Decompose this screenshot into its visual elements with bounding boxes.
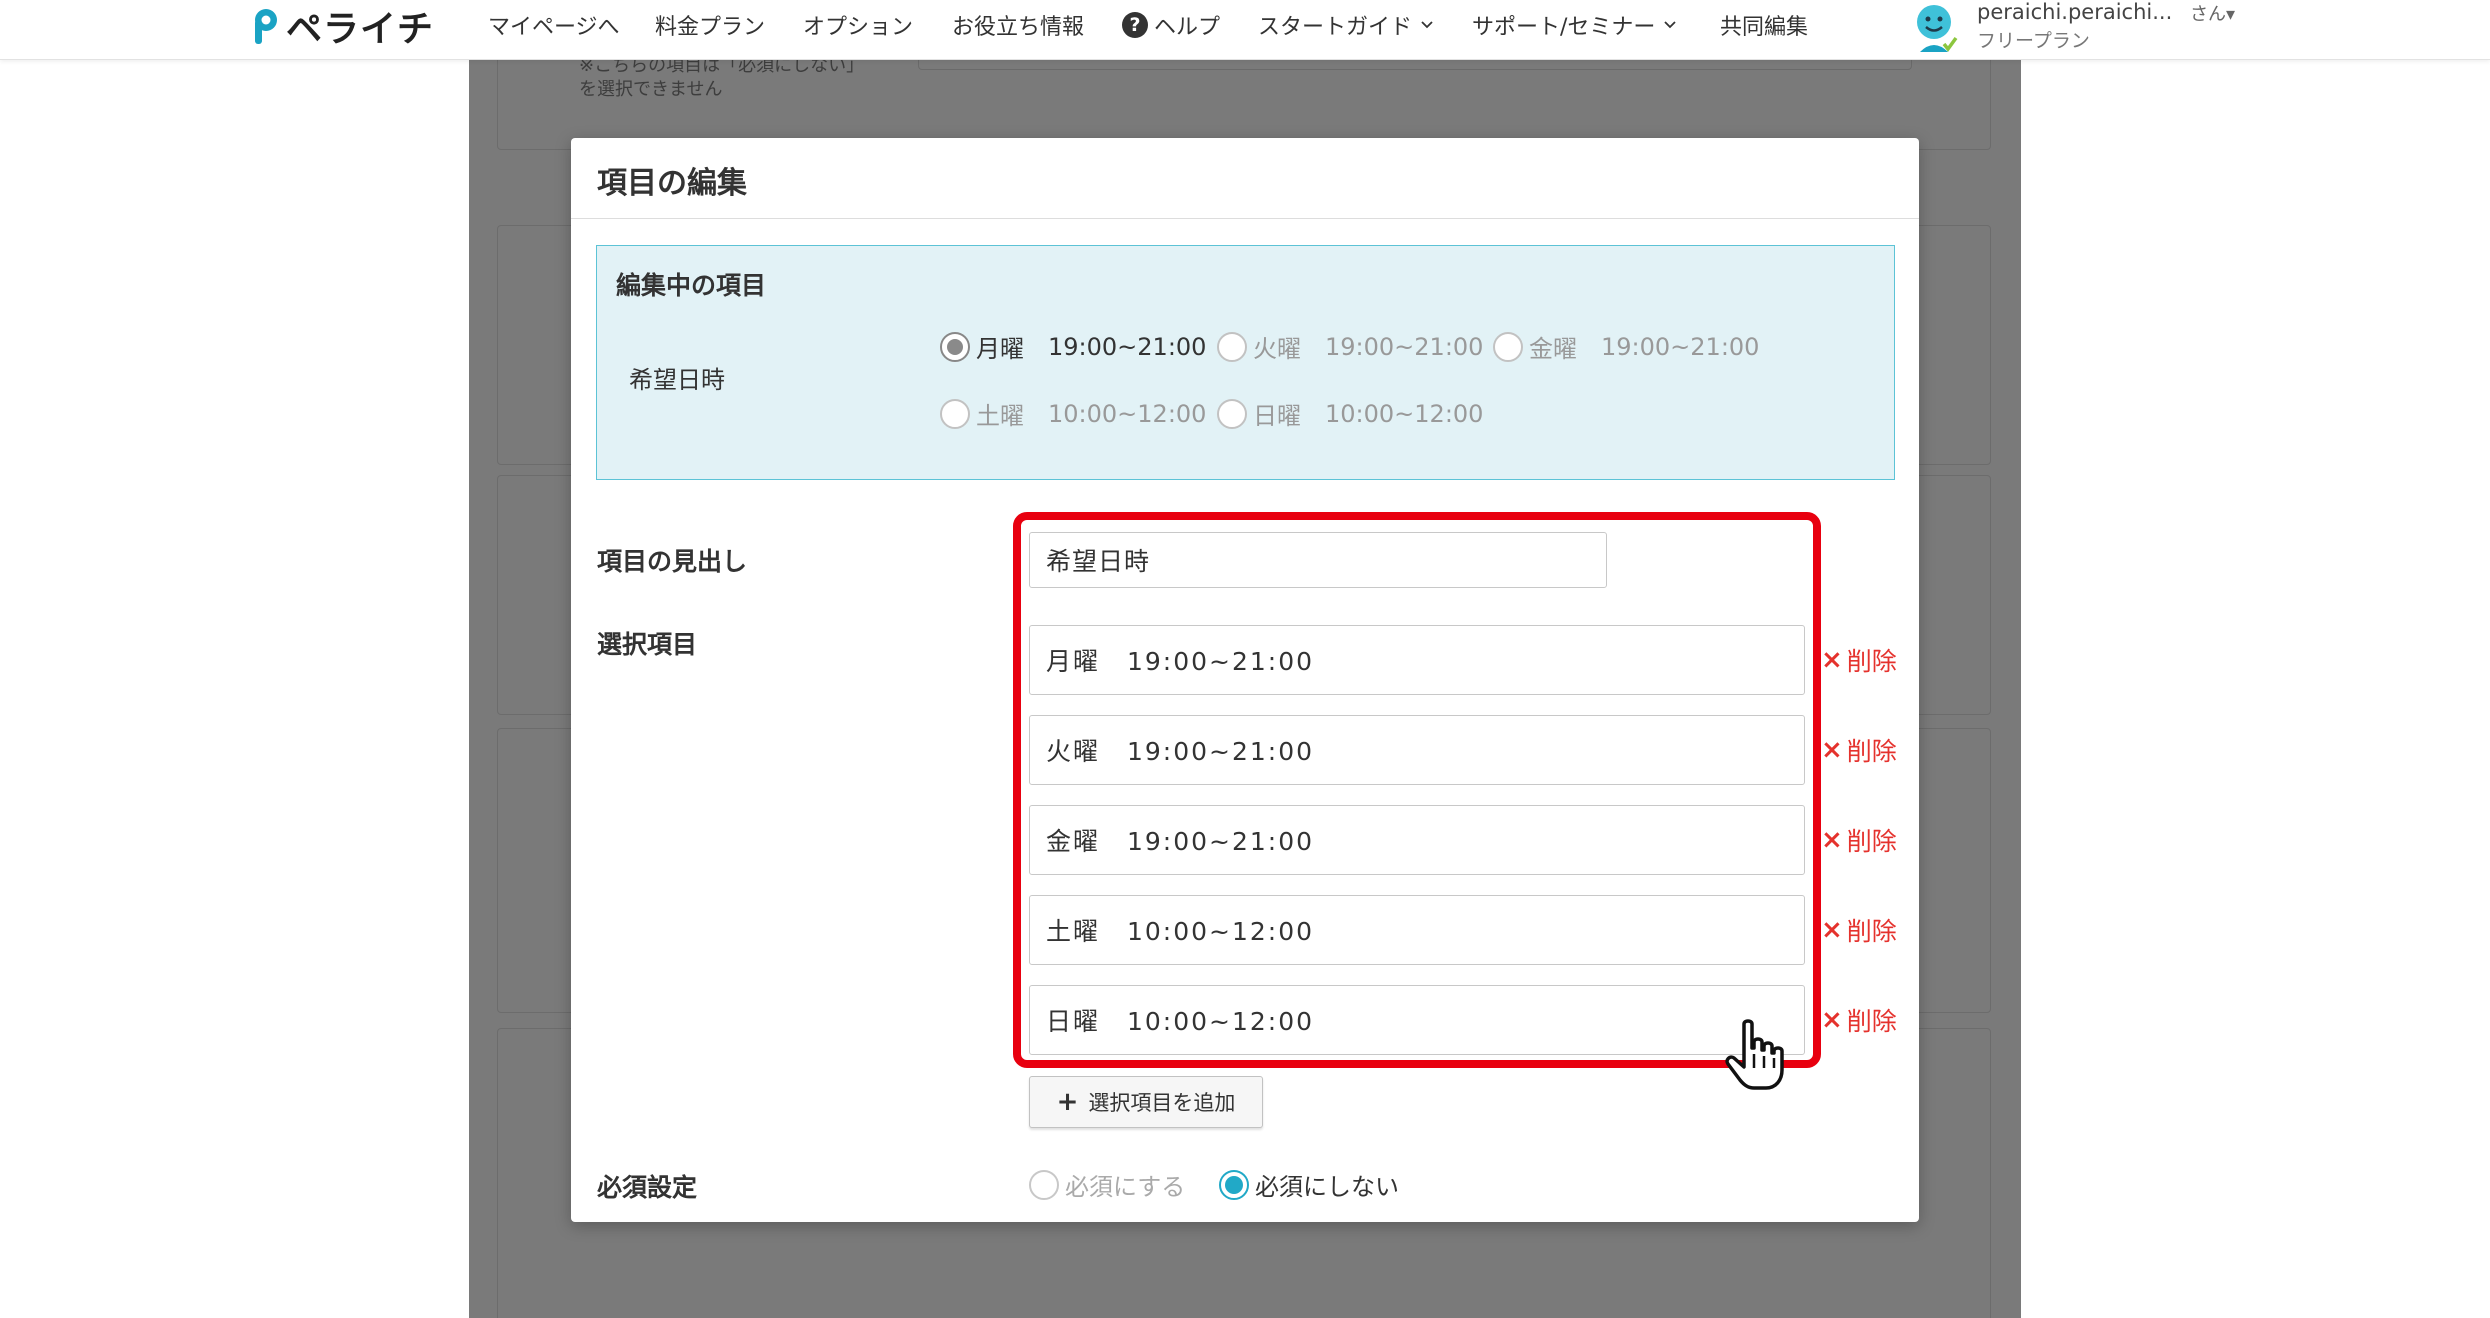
nav-pricing[interactable]: 料金プラン [655,10,765,40]
choice-input-saturday[interactable]: 土曜 10:00~12:00 [1029,895,1805,965]
preview-option-time: 19:00~21:00 [1601,332,1760,361]
logo-icon [255,9,277,44]
background-note: ※こちらの項目は「必須にしない」 を選択できません [579,54,864,102]
user-avatar-icon[interactable] [1914,2,1958,54]
edit-item-modal: 項目の編集 編集中の項目 希望日時 月曜 19:00~21:00 火曜 19:0… [571,138,1919,1222]
plus-icon: + [1056,1087,1079,1117]
preview-option-time: 19:00~21:00 [1048,332,1207,361]
editing-item-preview: 編集中の項目 希望日時 月曜 19:00~21:00 火曜 19:00~21:0… [596,245,1895,480]
help-icon: ? [1122,12,1148,38]
nav-co-editing-label: 共同編集 [1720,15,1809,40]
delete-choice-sunday[interactable]: × 削除 [1821,1002,1897,1038]
preview-option-time: 10:00~12:00 [1325,399,1484,428]
delete-choice-saturday[interactable]: × 削除 [1821,912,1897,948]
nav-options[interactable]: オプション [803,10,913,40]
nav-start-guide[interactable]: スタートガイド [1258,10,1434,40]
preview-option-sunday[interactable]: 日曜 10:00~12:00 [1217,396,1483,431]
nav-pricing-label: 料金プラン [655,15,766,40]
delete-x-icon: × [1821,825,1843,855]
delete-x-icon: × [1821,1005,1843,1035]
heading-field-label: 項目の見出し [597,547,748,576]
delete-x-icon: × [1821,645,1843,675]
preview-option-time: 19:00~21:00 [1325,332,1484,361]
preview-option-time: 10:00~12:00 [1048,399,1207,428]
preview-option-day: 月曜 [976,335,1024,363]
radio-selected-icon [1219,1169,1249,1200]
nav-help-label: ヘルプ [1154,15,1221,40]
delete-label: 削除 [1846,917,1897,946]
delete-label: 削除 [1846,1007,1897,1036]
required-field-label: 必須設定 [597,1173,698,1202]
radio-icon [1217,331,1247,362]
delete-x-icon: × [1821,735,1843,765]
user-name[interactable]: peraichi.peraichi... [1977,0,2172,24]
preview-option-tuesday[interactable]: 火曜 19:00~21:00 [1217,329,1483,364]
background-note-line2: を選択できません [579,79,723,100]
radio-icon [1217,398,1247,429]
radio-icon [1029,1169,1059,1200]
radio-selected-icon [940,331,970,362]
user-menu-toggle[interactable]: さん▾ [2190,0,2235,26]
top-navigation: ペライチ マイページへ 料金プラン オプション お役立ち情報 ? ヘルプ スター… [0,0,2490,60]
choice-input-sunday[interactable]: 日曜 10:00~12:00 [1029,985,1805,1055]
required-yes-label: 必須にする [1065,1173,1186,1201]
nav-support-seminar-label: サポート/セミナー [1472,15,1656,40]
editing-item-title: 編集中の項目 [616,271,767,300]
hand-pointer-icon [1725,1019,1784,1090]
nav-mypage-label: マイページへ [488,15,620,40]
preview-option-monday[interactable]: 月曜 19:00~21:00 [940,329,1206,364]
preview-option-day: 日曜 [1253,402,1301,430]
heading-input[interactable]: 希望日時 [1029,532,1607,588]
caret-down-icon: ▾ [2226,4,2236,25]
required-yes-radio[interactable]: 必須にする [1029,1167,1185,1202]
user-suffix: さん [2190,4,2226,25]
delete-choice-friday[interactable]: × 削除 [1821,822,1897,858]
chevron-down-icon [1421,21,1433,29]
chevron-down-icon [1664,21,1677,29]
user-plan: フリープラン [1977,30,2090,52]
required-no-radio[interactable]: 必須にしない [1219,1167,1399,1202]
choice-input-tuesday[interactable]: 火曜 19:00~21:00 [1029,715,1805,785]
modal-title: 項目の編集 [597,166,747,201]
logo-text: ペライチ [286,9,435,50]
choices-field-label: 選択項目 [597,630,698,659]
delete-x-icon: × [1821,915,1843,945]
editing-item-label: 希望日時 [629,366,725,394]
preview-option-day: 土曜 [976,402,1024,430]
choice-input-monday[interactable]: 月曜 19:00~21:00 [1029,625,1805,695]
nav-support-seminar[interactable]: サポート/セミナー [1472,10,1677,40]
delete-choice-tuesday[interactable]: × 削除 [1821,732,1897,768]
preview-option-friday[interactable]: 金曜 19:00~21:00 [1493,329,1759,364]
delete-label: 削除 [1846,737,1897,766]
add-choice-label: 選択項目を追加 [1088,1091,1236,1115]
radio-icon [1493,331,1523,362]
nav-useful-info-label: お役立ち情報 [952,15,1085,40]
delete-choice-monday[interactable]: × 削除 [1821,642,1897,678]
nav-co-editing[interactable]: 共同編集 [1720,10,1808,40]
delete-label: 削除 [1846,647,1897,676]
nav-mypage[interactable]: マイページへ [488,10,620,40]
preview-option-day: 火曜 [1253,335,1301,363]
peraichi-logo[interactable]: ペライチ [250,2,434,50]
preview-option-day: 金曜 [1529,335,1577,363]
delete-label: 削除 [1846,827,1897,856]
add-choice-button[interactable]: + 選択項目を追加 [1029,1076,1263,1128]
preview-option-saturday[interactable]: 土曜 10:00~12:00 [940,396,1206,431]
modal-divider [571,218,1919,219]
nav-useful-info[interactable]: お役立ち情報 [952,10,1084,40]
choice-input-friday[interactable]: 金曜 19:00~21:00 [1029,805,1805,875]
nav-start-guide-label: スタートガイド [1258,15,1413,40]
radio-icon [940,398,970,429]
nav-help[interactable]: ? ヘルプ [1122,10,1220,40]
required-no-label: 必須にしない [1255,1173,1399,1201]
nav-options-label: オプション [803,15,914,40]
